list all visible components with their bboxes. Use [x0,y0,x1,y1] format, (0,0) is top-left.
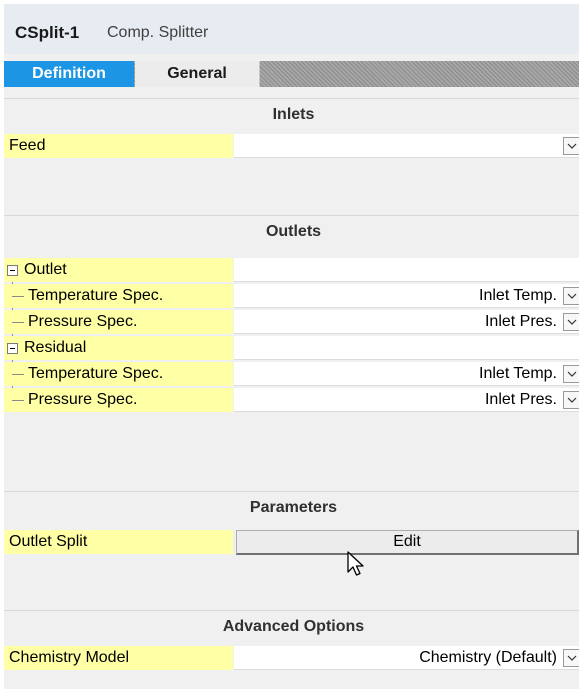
unit-name: CSplit-1 [15,23,80,42]
chemistry-model-value: Chemistry (Default) [419,649,557,666]
chemistry-model-row: Chemistry Model Chemistry (Default) [4,646,579,670]
title-bar: CSplit-1 Comp. Splitter [4,4,579,54]
outlet-row: Outlet [4,258,579,282]
feed-label: Feed [4,134,233,158]
outlet-temperature-row: Temperature Spec. Inlet Temp. [4,284,579,308]
feed-select[interactable] [234,134,579,158]
residual-pressure-row: Pressure Spec. Inlet Pres. [4,388,579,412]
tree-branch-line [12,322,24,323]
property-panel: CSplit-1 Comp. Splitter Definition Gener… [4,4,579,689]
tree-branch-line [12,374,24,375]
tree-branch-line [12,296,24,297]
chevron-down-icon[interactable] [563,649,579,667]
section-advanced-header: Advanced Options [4,610,579,642]
collapse-outlet-icon[interactable] [7,265,18,276]
residual-pressure-label: Pressure Spec. [4,388,233,412]
chevron-down-icon[interactable] [563,391,579,409]
residual-label: Residual [4,336,233,360]
residual-pressure-value: Inlet Pres. [484,391,557,408]
section-parameters-header: Parameters [4,491,579,523]
outlet-value-cell [234,258,579,282]
section-outlets-header: Outlets [4,215,579,247]
outlet-split-row: Outlet Split Edit [4,530,579,555]
tab-definition[interactable]: Definition [4,61,134,87]
outlet-pressure-value: Inlet Pres. [484,313,557,330]
residual-row: Residual [4,336,579,360]
residual-pressure-select[interactable]: Inlet Pres. [234,388,579,412]
chemistry-model-label: Chemistry Model [4,646,233,670]
residual-temperature-value: Inlet Temp. [479,365,557,382]
chevron-down-icon[interactable] [563,137,579,155]
edit-button[interactable]: Edit [236,530,579,555]
residual-value-cell [234,336,579,360]
residual-temperature-row: Temperature Spec. Inlet Temp. [4,362,579,386]
chevron-down-icon[interactable] [563,287,579,305]
outlet-split-label: Outlet Split [4,530,233,554]
outlet-temperature-label: Temperature Spec. [4,284,233,308]
unit-type: Comp. Splitter [107,24,209,41]
outlet-temperature-select[interactable]: Inlet Temp. [234,284,579,308]
tab-general[interactable]: General [135,61,260,87]
collapse-residual-icon[interactable] [7,343,18,354]
chevron-down-icon[interactable] [563,313,579,331]
tree-branch-line [12,400,24,401]
mouse-pointer-icon [347,551,367,584]
outlet-pressure-select[interactable]: Inlet Pres. [234,310,579,334]
chemistry-model-select[interactable]: Chemistry (Default) [234,646,579,670]
outlet-label: Outlet [4,258,233,282]
outlet-temperature-value: Inlet Temp. [479,287,557,304]
outlet-pressure-label: Pressure Spec. [4,310,233,334]
section-inlets-header: Inlets [4,98,579,130]
feed-row: Feed [4,134,579,158]
chevron-down-icon[interactable] [563,365,579,383]
residual-temperature-select[interactable]: Inlet Temp. [234,362,579,386]
tab-bar: Definition General [4,61,579,87]
residual-temperature-label: Temperature Spec. [4,362,233,386]
outlet-pressure-row: Pressure Spec. Inlet Pres. [4,310,579,334]
